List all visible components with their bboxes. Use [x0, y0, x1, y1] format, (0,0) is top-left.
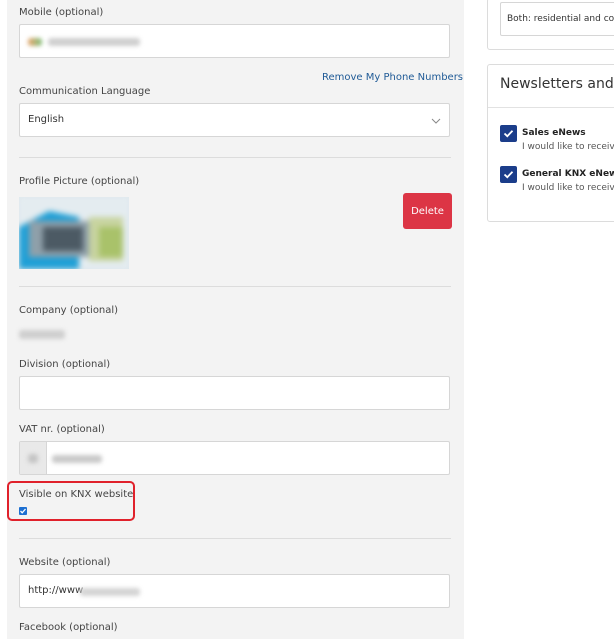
vat-input[interactable] — [19, 441, 450, 475]
website-redacted — [80, 588, 140, 596]
website-value: http://www — [28, 585, 84, 596]
profile-picture-label: Profile Picture (optional) — [19, 176, 140, 187]
division-label: Division (optional) — [19, 359, 111, 370]
sales-enews-checkbox[interactable] — [500, 125, 517, 142]
checkmark-icon — [503, 130, 514, 138]
newsletter-description: I would like to receiv — [522, 142, 614, 152]
mobile-label: Mobile (optional) — [19, 7, 104, 18]
mobile-number-redacted — [48, 38, 140, 46]
communication-language-value: English — [28, 114, 65, 125]
flag-icon — [28, 38, 42, 46]
division-input[interactable] — [19, 376, 450, 410]
segment-value: Both: residential and co — [507, 14, 614, 24]
segment-select[interactable]: Both: residential and co — [500, 2, 614, 36]
website-input[interactable]: http://www — [19, 574, 450, 608]
newsletter-title: General KNX eNews — [522, 169, 614, 179]
mobile-input[interactable] — [19, 24, 450, 58]
communication-language-select[interactable]: English — [19, 103, 450, 137]
website-label: Website (optional) — [19, 557, 111, 568]
delete-picture-button[interactable]: Delete — [403, 193, 452, 229]
remove-phone-numbers-link[interactable]: Remove My Phone Numbers — [322, 72, 463, 83]
newsletter-title: Sales eNews — [522, 128, 586, 138]
company-label: Company (optional) — [19, 305, 119, 316]
highlight-annotation — [7, 481, 135, 521]
section-divider — [19, 538, 451, 539]
facebook-label: Facebook (optional) — [19, 622, 118, 633]
company-value-redacted — [19, 330, 65, 339]
newsletter-description: I would like to receiv — [522, 183, 614, 193]
chevron-down-icon — [431, 118, 441, 124]
section-divider — [19, 286, 451, 287]
section-divider — [19, 157, 451, 158]
checkmark-icon — [503, 171, 514, 179]
vat-value-redacted — [52, 455, 102, 463]
vat-label: VAT nr. (optional) — [19, 424, 105, 435]
profile-picture — [19, 197, 129, 269]
communication-language-label: Communication Language — [19, 86, 151, 97]
general-knx-enews-checkbox[interactable] — [500, 166, 517, 183]
newsletters-title: Newsletters and U — [500, 76, 614, 92]
vat-country-prefix — [20, 442, 47, 474]
card-divider — [488, 107, 614, 108]
